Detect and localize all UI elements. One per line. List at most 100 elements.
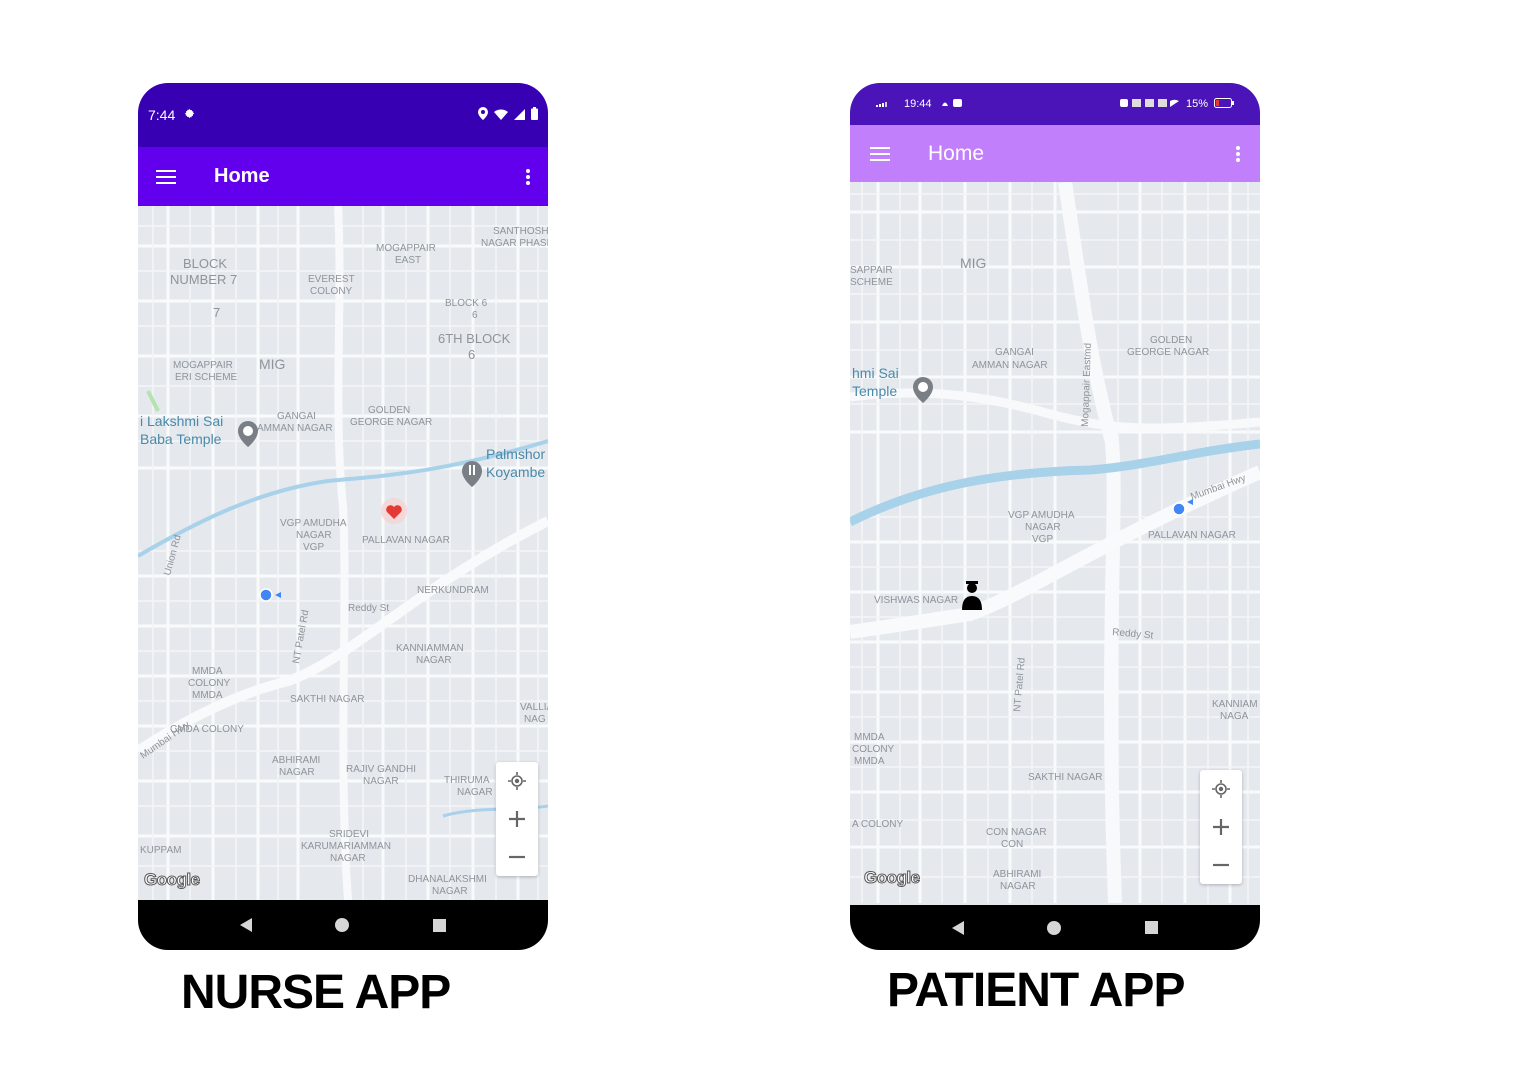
my-location-icon[interactable] [1200, 770, 1242, 808]
map-label: THIRUMA [444, 775, 490, 786]
map-label: 7 [213, 305, 220, 320]
map-label: NAGAR PHASE [481, 238, 548, 249]
map-label: ABHIRAMI [272, 755, 320, 766]
map-label: VGP AMUDHA [280, 518, 347, 529]
map-view[interactable]: SAPPAIR SCHEME MIG GANGAI AMMAN NAGAR Mo… [850, 182, 1260, 903]
map-label: GEORGE NAGAR [350, 417, 432, 428]
map-label: NAGAR [330, 853, 366, 864]
map-label: CON [1001, 839, 1023, 850]
map-label: SANTHOSH [493, 226, 548, 237]
system-nav-bar [850, 905, 1260, 950]
more-vert-icon[interactable] [526, 168, 530, 185]
nurse-phone: 7:44 Home SANTHOSH NAGAR PHASE MOGAPPAIR… [138, 83, 548, 950]
signal-icon [514, 107, 525, 123]
map-label: RAJIV GANDHI [346, 764, 416, 775]
map-label: 6 [468, 347, 475, 362]
map-label: hmi Sai [852, 365, 899, 381]
map-label: VISHWAS NAGAR [874, 595, 958, 606]
location-icon [478, 107, 488, 123]
map-view[interactable]: SANTHOSH NAGAR PHASE MOGAPPAIR EAST BLOC… [138, 206, 548, 900]
map-label: BLOCK 6 [445, 298, 488, 309]
map-label: GANGAI [277, 411, 316, 422]
map-label: GEORGE NAGAR [1127, 347, 1209, 358]
status-bar: 19:44 15% [850, 83, 1260, 125]
map-label: VGP [1032, 534, 1053, 545]
status-time: 7:44 [148, 107, 176, 123]
map-label: SAPPAIR [850, 265, 893, 276]
menu-icon[interactable] [870, 146, 890, 161]
map-label: MMDA [854, 756, 885, 767]
map-label: NAGA [1220, 711, 1249, 722]
map-label: NAGAR [1000, 881, 1036, 892]
page-title: Home [928, 141, 985, 165]
map-label: KANNIAMMAN [396, 643, 464, 654]
app-bar: Home [850, 125, 1260, 182]
map-label: VALLIA [520, 702, 548, 713]
home-icon[interactable] [335, 918, 350, 932]
map-label: COLONY [310, 286, 353, 297]
map-label: MOGAPPAIR [173, 360, 233, 371]
my-location-icon[interactable] [496, 762, 538, 800]
recents-icon[interactable] [433, 918, 447, 932]
map-label: NAGAR [1025, 522, 1061, 533]
map-label: EVEREST [308, 274, 355, 285]
zoom-out-icon[interactable] [496, 838, 538, 876]
battery-icon [531, 107, 538, 123]
zoom-out-icon[interactable] [1200, 846, 1242, 884]
wifi-icon [1119, 98, 1180, 111]
battery-percentage: 15% [1185, 98, 1208, 110]
map-label: MIG [259, 356, 285, 372]
patient-app-caption: PATIENT APP [887, 964, 1185, 1017]
map-label: Koyambe [486, 464, 545, 480]
map-label: MIG [960, 255, 986, 271]
map-label: GOLDEN [1150, 335, 1192, 346]
map-label: VGP AMUDHA [1008, 510, 1075, 521]
map-label: ABHIRAMI [993, 869, 1041, 880]
map-label: SRIDEVI [329, 829, 369, 840]
back-icon[interactable] [951, 920, 964, 935]
recents-icon[interactable] [1145, 921, 1159, 934]
back-icon[interactable] [239, 918, 252, 932]
map-label: A COLONY [852, 819, 903, 830]
map-label: BLOCK [183, 256, 227, 271]
zoom-in-icon[interactable] [496, 800, 538, 838]
map-label: NAGAR [279, 767, 315, 778]
map-label: MMDA [192, 666, 223, 677]
map-label: CON NAGAR [986, 827, 1047, 838]
signal-icon [876, 98, 890, 110]
map-label: NAG [524, 714, 546, 725]
map-label: KUPPAM [140, 845, 182, 856]
status-time: 19:44 [904, 98, 932, 110]
map-label: GANGAI [995, 347, 1034, 358]
map-label: NAGAR [416, 655, 452, 666]
status-icons [478, 107, 538, 123]
map-label: DHANALAKSHMI [408, 874, 487, 885]
map-label: 6TH BLOCK [438, 331, 511, 346]
map-label: Reddy St [348, 603, 389, 614]
map-controls [496, 762, 538, 876]
zoom-in-icon[interactable] [1200, 808, 1242, 846]
settings-icon [183, 107, 196, 123]
map-label: KARUMARIAMMAN [301, 841, 391, 852]
map-label: NAGAR [432, 886, 468, 897]
map-label: VGP [303, 542, 324, 553]
home-icon[interactable] [1047, 920, 1062, 935]
map-label: MMDA [192, 690, 223, 701]
map-label: SAKTHI NAGAR [1028, 772, 1102, 783]
map-label: NAGAR [363, 776, 399, 787]
more-vert-icon[interactable] [1236, 145, 1240, 162]
google-logo: Google [864, 868, 921, 888]
map-label: Palmshor [486, 446, 545, 462]
notification-icon [940, 98, 964, 111]
menu-icon[interactable] [156, 169, 176, 184]
map-label: NUMBER 7 [170, 272, 237, 287]
map-label: NERKUNDRAM [417, 585, 489, 596]
google-logo: Google [144, 870, 201, 890]
map-label: NAGAR [296, 530, 332, 541]
map-label: NAGAR [457, 787, 493, 798]
map-label: SCHEME [850, 277, 893, 288]
battery-icon [1214, 97, 1234, 111]
map-label: Temple [852, 383, 897, 399]
system-nav-bar [138, 900, 548, 950]
map-label: ERI SCHEME [175, 372, 238, 383]
